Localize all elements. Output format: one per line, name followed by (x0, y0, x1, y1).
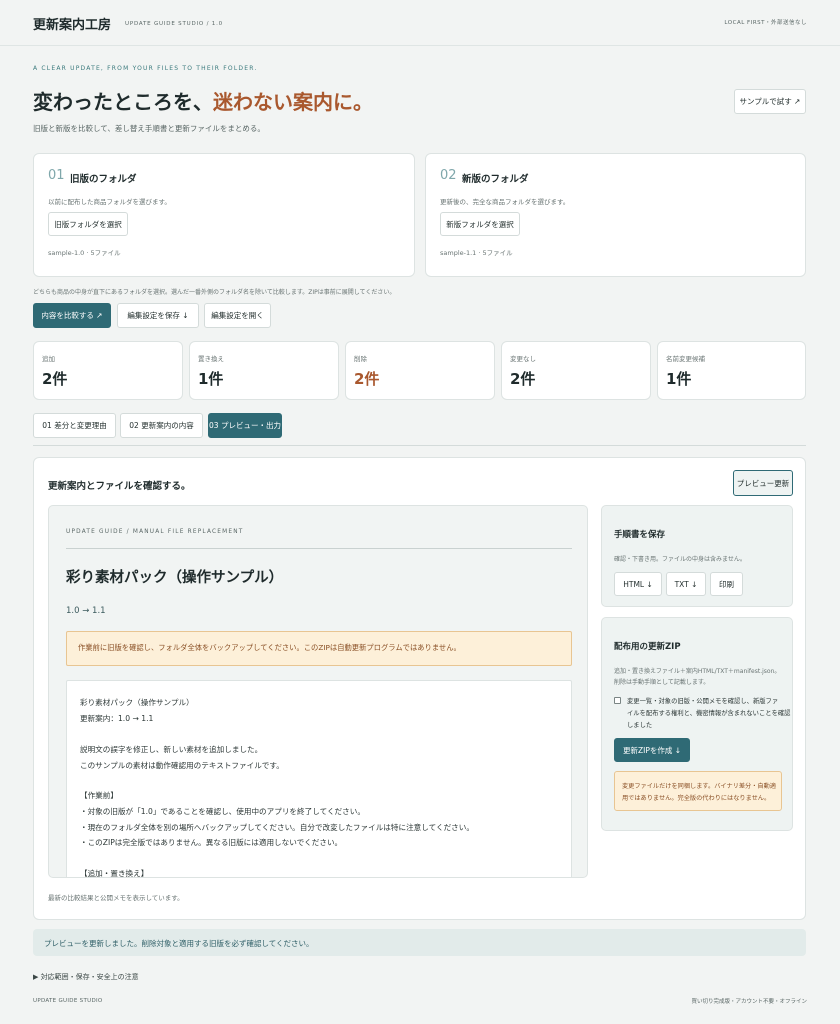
tab-guide-content[interactable]: 02 更新案内の内容 (120, 413, 203, 438)
confirm-checkbox[interactable] (614, 697, 621, 704)
document-preview[interactable]: UPDATE GUIDE / MANUAL FILE REPLACEMENT 彩… (48, 505, 588, 878)
stat-unchanged: 変更なし 2件 (501, 341, 651, 400)
new-folder-card: 02 新版のフォルダ 更新後の、完全な商品フォルダを選びます。 新版フォルダを選… (425, 153, 806, 277)
old-folder-desc: 以前に配布した商品フォルダを選びます。 (48, 198, 171, 206)
compare-button[interactable]: 内容を比較する ↗ (33, 303, 111, 328)
doc-text-box: 彩り素材パック（操作サンプル） 更新案内：1.0 → 1.1 説明文の誤字を修正… (66, 680, 572, 878)
doc-line: このサンプルの素材は動作確認用のテキストファイルです。 (80, 761, 284, 770)
preview-footnote: 最新の比較結果と公開メモを表示しています。 (48, 894, 184, 902)
doc-version: 1.0 → 1.1 (66, 606, 106, 616)
hero-title-accent: 迷わない案内に。 (213, 90, 373, 114)
download-html-button[interactable]: HTML ↓ (614, 572, 662, 596)
old-folder-card: 01 旧版のフォルダ 以前に配布した商品フォルダを選びます。 旧版フォルダを選択… (33, 153, 415, 277)
manual-save-title: 手順書を保存 (614, 530, 666, 540)
hero-title: 変わったところを、迷わない案内に。 (33, 86, 373, 115)
sample-button[interactable]: サンプルで試す ↗ (734, 89, 806, 114)
stat-value: 2件 (510, 370, 536, 388)
doc-warning: 作業前に旧版を確認し、フォルダ全体をバックアップしてください。このZIPは自動更… (66, 631, 572, 666)
stat-value: 2件 (42, 370, 68, 388)
save-settings-button[interactable]: 編集設定を保存 ↓ (117, 303, 199, 328)
footer-left: UPDATE GUIDE STUDIO (33, 998, 103, 1004)
stat-added: 追加 2件 (33, 341, 183, 400)
confirm-text-2: イルを配布する権利と、機密情報が含まれないことを確認 (627, 710, 791, 717)
old-folder-number: 01 (48, 168, 65, 183)
zip-note: 変更ファイルだけを同梱します。バイナリ差分・自動適 用ではありません。完全版の代… (614, 771, 782, 811)
doc-line: 【追加・置き換え】 (80, 869, 149, 878)
footer-right: 買い切り完成版・アカウント不要・オフライン (691, 999, 807, 1005)
zip-note-2: 用ではありません。完全版の代わりにはなりません。 (622, 795, 771, 802)
brand-name: 更新案内工房 (33, 18, 112, 33)
status-text: プレビューを更新しました。削除対象と適用する旧版を必ず確認してください。 (44, 939, 314, 948)
doc-line: 説明文の誤字を修正し、新しい素材を追加しました。 (80, 745, 263, 754)
hero-subtitle: 旧版と新版を比較して、差し替え手順書と更新ファイルをまとめる。 (33, 124, 265, 133)
confirm-text-1: 変更一覧・対象の旧版・公開メモを確認し、新版ファ (627, 698, 779, 705)
stat-value: 1件 (666, 370, 692, 388)
stat-deleted: 削除 2件 (345, 341, 495, 400)
old-folder-status: sample-1.0 · 5ファイル (48, 249, 121, 257)
stat-label: 名前変更候補 (666, 355, 705, 363)
status-bar: プレビューを更新しました。削除対象と適用する旧版を必ず確認してください。 (33, 929, 806, 956)
old-folder-title: 旧版のフォルダ (70, 174, 137, 185)
stat-label: 追加 (42, 355, 55, 363)
zip-title: 配布用の更新ZIP (614, 642, 681, 652)
stat-replaced: 置き換え 1件 (189, 341, 339, 400)
doc-line: ・対象の旧版が「1.0」であることを確認し、使用中のアプリを終了してください。 (80, 807, 365, 816)
zip-desc-2: 削除は手動手順として記載します。 (614, 679, 710, 686)
download-txt-button[interactable]: TXT ↓ (666, 572, 706, 596)
tab-divider (33, 445, 806, 446)
doc-line: ・現在のフォルダ全体を別の場所へバックアップしてください。自分で改変したファイル… (80, 823, 474, 832)
zip-note-1: 変更ファイルだけを同梱します。バイナリ差分・自動適 (622, 783, 776, 790)
stat-label: 置き換え (198, 355, 224, 363)
confirm-text-3: しました (627, 722, 653, 729)
new-folder-status: sample-1.1 · 5ファイル (440, 249, 513, 257)
app-header: 更新案内工房 UPDATE GUIDE STUDIO / 1.0 LOCAL F… (0, 0, 840, 46)
stat-label: 変更なし (510, 355, 536, 363)
doc-rule (66, 548, 572, 549)
doc-line: ・このZIPは完全版ではありません。異なる旧版には適用しないでください。 (80, 838, 343, 847)
manual-save-desc: 確認・下書き用。ファイルの中身は含みません。 (614, 556, 746, 563)
tab-diff-reasons[interactable]: 01 差分と変更理由 (33, 413, 116, 438)
preview-panel: 更新案内とファイルを確認する。 プレビュー更新 UPDATE GUIDE / M… (33, 457, 806, 920)
stat-value: 2件 (354, 370, 380, 388)
local-first-note: LOCAL FIRST・外部送信なし (724, 20, 807, 26)
doc-kicker: UPDATE GUIDE / MANUAL FILE REPLACEMENT (66, 529, 244, 535)
old-folder-select-button[interactable]: 旧版フォルダを選択 (48, 212, 128, 236)
preview-heading: 更新案内とファイルを確認する。 (48, 481, 191, 492)
details-toggle[interactable]: ▶ 対応範囲・保存・安全上の注意 (33, 972, 139, 982)
print-button[interactable]: 印刷 (710, 572, 743, 596)
stat-label: 削除 (354, 355, 367, 363)
open-settings-button[interactable]: 編集設定を開く (204, 303, 271, 328)
doc-title: 彩り素材パック（操作サンプル） (66, 570, 284, 586)
new-folder-number: 02 (440, 168, 457, 183)
tab-preview-output[interactable]: 03 プレビュー・出力 (208, 413, 282, 438)
preview-refresh-button[interactable]: プレビュー更新 (733, 470, 793, 496)
stat-rename-candidates: 名前変更候補 1件 (657, 341, 806, 400)
new-folder-title: 新版のフォルダ (462, 174, 529, 185)
doc-line: 更新案内：1.0 → 1.1 (80, 714, 154, 723)
new-folder-select-button[interactable]: 新版フォルダを選択 (440, 212, 520, 236)
manual-save-box: 手順書を保存 確認・下書き用。ファイルの中身は含みません。 HTML ↓ TXT… (601, 505, 793, 607)
folder-note: どちらも商品の中身が直下にあるフォルダを選択。選んだ一番外側のフォルダ名を除いて… (33, 289, 396, 296)
hero-title-plain: 変わったところを、 (33, 90, 213, 114)
doc-line: 【作業前】 (80, 791, 118, 800)
doc-line: 彩り素材パック（操作サンプル） (80, 698, 194, 707)
stat-value: 1件 (198, 370, 224, 388)
tagline: A CLEAR UPDATE, FROM YOUR FILES TO THEIR… (33, 65, 258, 72)
doc-warning-text: 作業前に旧版を確認し、フォルダ全体をバックアップしてください。このZIPは自動更… (78, 643, 461, 652)
create-zip-button[interactable]: 更新ZIPを作成 ↓ (614, 738, 690, 762)
update-zip-box: 配布用の更新ZIP 追加・置き換えファイル＋案内HTML/TXT＋manifes… (601, 617, 793, 831)
zip-desc-1: 追加・置き換えファイル＋案内HTML/TXT＋manifest.json。 (614, 668, 781, 675)
new-folder-desc: 更新後の、完全な商品フォルダを選びます。 (440, 198, 570, 206)
brand-subtitle: UPDATE GUIDE STUDIO / 1.0 (125, 21, 223, 27)
